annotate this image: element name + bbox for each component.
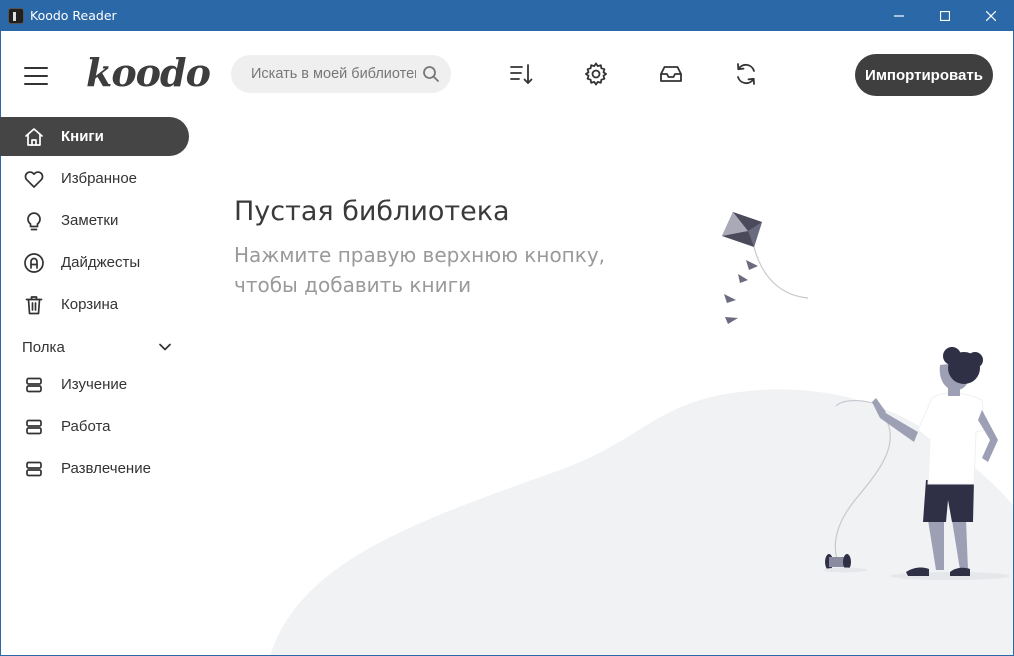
shelf-icon (22, 457, 46, 481)
sidebar-item-digests[interactable]: Дайджесты (0, 243, 189, 282)
empty-hint-line-1: Нажмите правую верхнюю кнопку, (234, 243, 606, 267)
sidebar-item-label: Корзина (61, 296, 119, 313)
sort-icon (510, 64, 533, 84)
window-title: Koodo Reader (30, 8, 117, 23)
highlight-icon (22, 251, 46, 275)
gear-icon (585, 62, 607, 86)
sync-button[interactable] (732, 60, 760, 88)
sync-icon (737, 63, 755, 85)
inbox-icon (660, 66, 682, 82)
search-input[interactable] (251, 66, 416, 82)
trash-icon (22, 293, 46, 317)
sidebar-item-label: Развлечение (61, 460, 151, 477)
bulb-icon (22, 209, 46, 233)
heart-icon (22, 167, 46, 191)
kite-icon (722, 212, 809, 324)
sidebar-item-favorites[interactable]: Избранное (0, 159, 189, 198)
sidebar-item-label: Изучение (61, 376, 128, 393)
menu-icon[interactable] (24, 67, 48, 87)
sidebar-item-trash[interactable]: Корзина (0, 285, 189, 324)
sidebar-item-shelf-entertainment[interactable]: Развлечение (0, 449, 189, 488)
minimize-icon (894, 14, 904, 17)
shelf-icon (22, 415, 46, 439)
sidebar-item-label: Дайджесты (61, 254, 141, 271)
title-bar[interactable]: Koodo Reader (0, 0, 1014, 31)
close-button[interactable] (968, 0, 1014, 31)
search-icon[interactable] (422, 65, 440, 83)
app-icon (8, 7, 24, 24)
shelf-header[interactable]: Полка (22, 336, 172, 358)
sidebar-item-label: Избранное (61, 170, 138, 187)
sidebar-item-books[interactable]: Книги (0, 117, 189, 156)
home-icon (22, 125, 46, 149)
sidebar-item-label: Книги (61, 128, 104, 145)
empty-library-hint: Нажмите правую верхнюю кнопку, чтобы доб… (234, 240, 654, 300)
sidebar-item-label: Заметки (61, 212, 119, 229)
sidebar-item-label: Работа (61, 418, 111, 435)
maximize-icon (940, 10, 950, 21)
inbox-button[interactable] (657, 60, 685, 88)
minimize-button[interactable] (876, 0, 922, 31)
search-bar[interactable] (231, 55, 451, 93)
sidebar-item-shelf-work[interactable]: Работа (0, 407, 189, 446)
shelf-title: Полка (22, 338, 65, 356)
sidebar-item-shelf-study[interactable]: Изучение (0, 365, 189, 404)
empty-hint-line-2: чтобы добавить книги (234, 273, 472, 297)
close-icon (986, 10, 996, 21)
maximize-button[interactable] (922, 0, 968, 31)
sort-button[interactable] (507, 60, 535, 88)
app-logo: koodo (86, 50, 211, 95)
chevron-down-icon[interactable] (158, 340, 172, 354)
settings-button[interactable] (582, 60, 610, 88)
shelf-icon (22, 373, 46, 397)
import-button[interactable]: Импортировать (855, 54, 993, 96)
empty-library-title: Пустая библиотека (234, 196, 510, 227)
window-controls (876, 0, 1014, 31)
sidebar-item-notes[interactable]: Заметки (0, 201, 189, 240)
